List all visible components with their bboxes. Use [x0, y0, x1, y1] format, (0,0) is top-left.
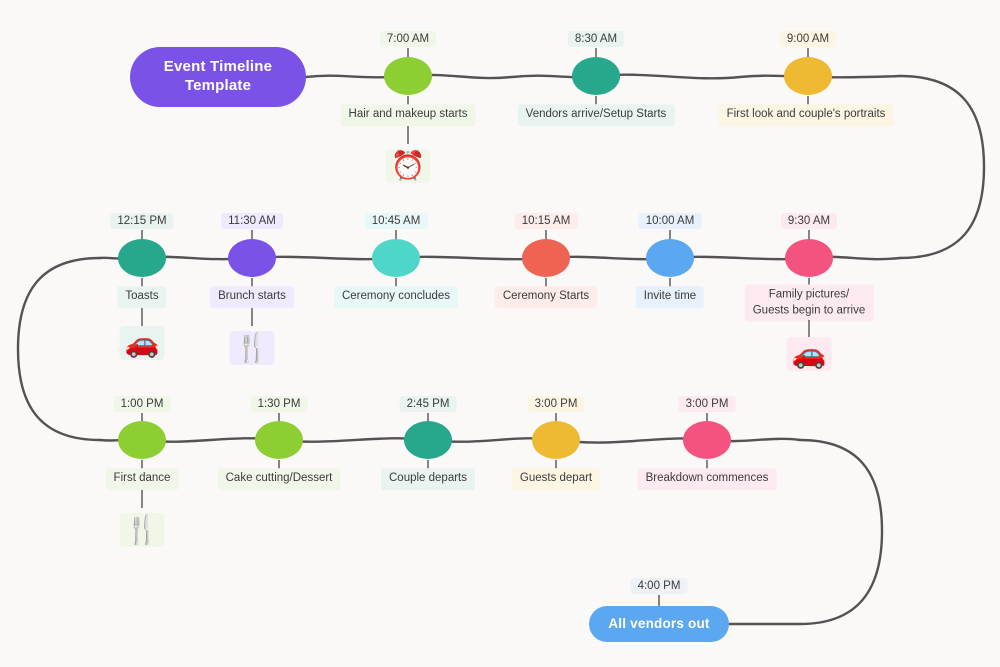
event-label: Hair and makeup starts — [340, 104, 476, 126]
time-chip: 9:30 AM — [780, 213, 838, 229]
event-label: Family pictures/ Guests begin to arrive — [744, 284, 874, 322]
event-label: Guests depart — [511, 468, 601, 490]
time-chip: 1:30 PM — [250, 396, 308, 412]
event-label: Ceremony Starts — [494, 286, 598, 308]
root-title-line2: Template — [184, 77, 252, 94]
terminal-capsule[interactable]: All vendors out — [589, 606, 729, 642]
icon-stem — [808, 320, 810, 338]
root-title-line1: Event Timeline — [163, 58, 273, 76]
icon-stem — [141, 308, 143, 326]
timeline-node[interactable] — [404, 421, 452, 459]
event-label: Brunch starts — [210, 286, 294, 308]
event-label: First look and couple's portraits — [718, 104, 894, 126]
event-label: Invite time — [635, 286, 705, 308]
icon-stem — [251, 308, 253, 326]
cutlery-icon: 🍴 — [119, 513, 165, 547]
timeline-canvas: Event Timeline Template 7:00 AM Hair and… — [0, 0, 1000, 667]
root-title-capsule[interactable]: Event Timeline Template — [130, 47, 306, 107]
time-chip: 12:15 PM — [110, 213, 174, 229]
time-chip: 9:00 AM — [779, 31, 837, 47]
time-chip: 10:15 AM — [514, 213, 578, 229]
timeline-node[interactable] — [118, 239, 166, 277]
time-chip: 10:45 AM — [364, 213, 428, 229]
time-chip: 1:00 PM — [113, 396, 171, 412]
time-chip: 7:00 AM — [379, 31, 437, 47]
time-chip: 3:00 PM — [678, 396, 736, 412]
cutlery-icon: 🍴 — [229, 331, 275, 365]
timeline-node[interactable] — [118, 421, 166, 459]
timeline-node[interactable] — [255, 421, 303, 459]
time-chip: 2:45 PM — [399, 396, 457, 412]
event-label: Ceremony concludes — [333, 286, 459, 308]
timeline-node[interactable] — [372, 239, 420, 277]
event-label: Toasts — [117, 286, 167, 308]
time-chip: 3:00 PM — [527, 396, 585, 412]
event-label: Vendors arrive/Setup Starts — [517, 104, 675, 126]
timeline-node[interactable] — [785, 239, 833, 277]
alarm-clock-icon: ⏰ — [385, 149, 431, 183]
time-chip: 10:00 AM — [638, 213, 702, 229]
timeline-node[interactable] — [532, 421, 580, 459]
icon-stem — [407, 126, 409, 144]
timeline-node[interactable] — [784, 57, 832, 95]
timeline-node[interactable] — [228, 239, 276, 277]
event-label: Breakdown commences — [637, 468, 777, 490]
timeline-node[interactable] — [646, 239, 694, 277]
car-icon: 🚗 — [786, 337, 832, 371]
time-chip: 11:30 AM — [221, 213, 283, 229]
timeline-node[interactable] — [572, 57, 620, 95]
event-label: Cake cutting/Dessert — [217, 468, 341, 490]
time-chip: 4:00 PM — [630, 578, 688, 594]
timeline-node[interactable] — [522, 239, 570, 277]
terminal-capsule-label: All vendors out — [608, 615, 710, 631]
timeline-node[interactable] — [384, 57, 432, 95]
event-label: First dance — [105, 468, 179, 490]
timeline-node[interactable] — [683, 421, 731, 459]
car-icon: 🚗 — [119, 326, 165, 360]
time-chip: 8:30 AM — [567, 31, 625, 47]
event-label: Couple departs — [381, 468, 475, 490]
root-title-text: Event Timeline Template — [152, 58, 284, 96]
icon-stem — [141, 490, 143, 508]
